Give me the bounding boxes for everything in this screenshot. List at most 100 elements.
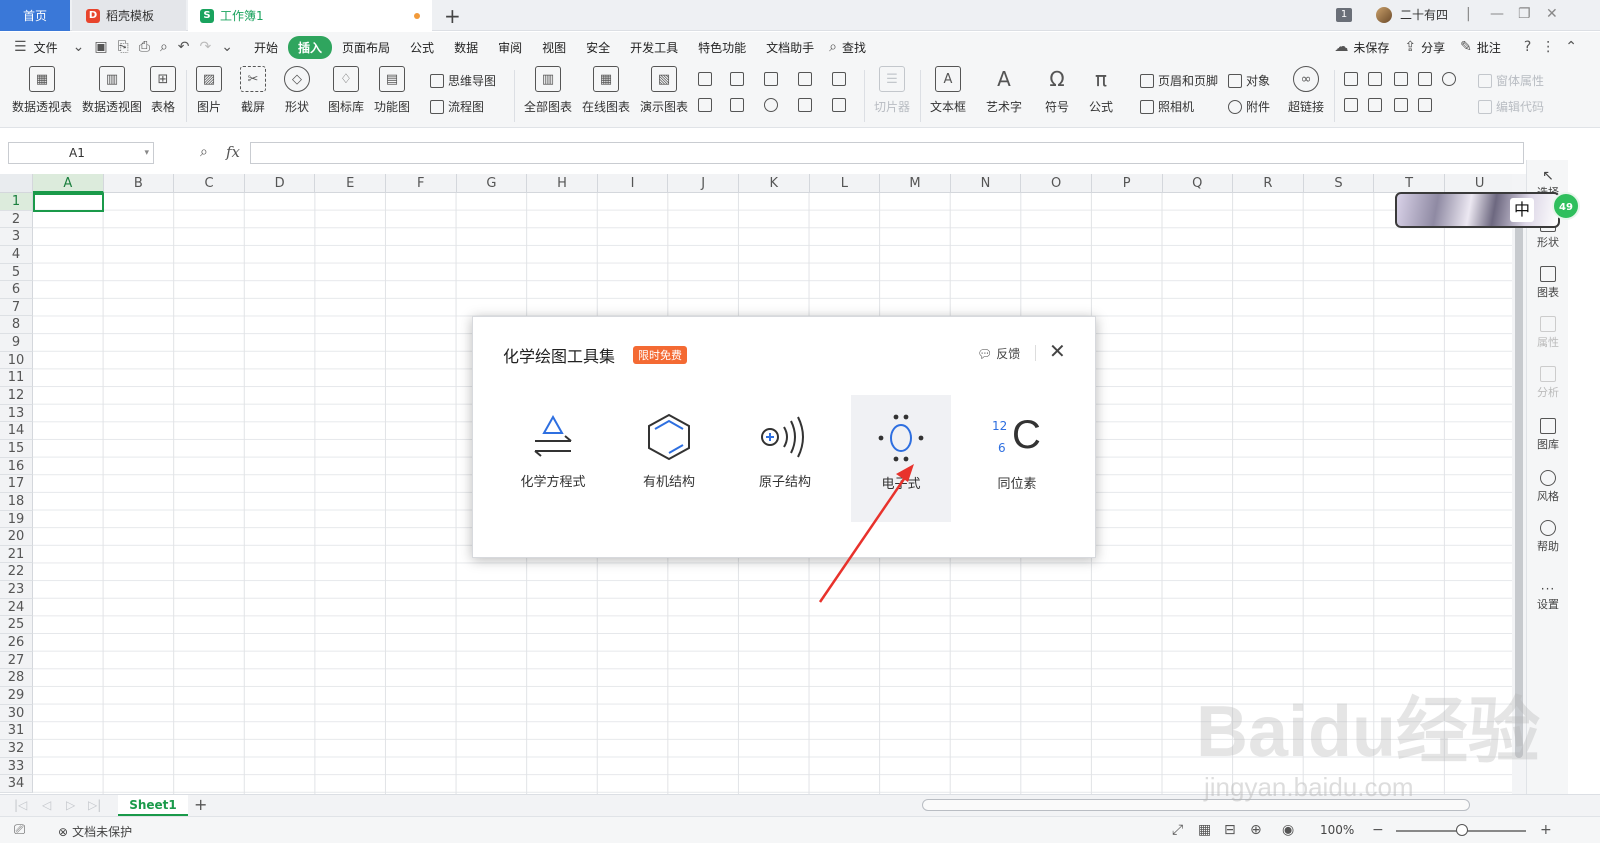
column-header[interactable]: O <box>1021 174 1092 193</box>
row-header[interactable]: 33 <box>0 757 33 776</box>
menu-security[interactable]: 安全 <box>576 39 620 56</box>
edit-code-button[interactable]: 编辑代码 <box>1478 98 1544 115</box>
name-box-dropdown-icon[interactable]: ▾ <box>144 143 149 163</box>
all-charts-button[interactable]: ▥ 全部图表 <box>524 66 572 115</box>
column-chart-menu[interactable] <box>698 72 712 86</box>
row-header[interactable]: 4 <box>0 245 33 264</box>
wordart-button[interactable]: A 艺术字 <box>986 66 1022 115</box>
macro-record-icon[interactable]: ⎚ <box>14 822 25 838</box>
prev-sheet-icon[interactable]: ◁ <box>42 798 51 812</box>
menu-data[interactable]: 数据 <box>444 39 488 56</box>
form-radio-control[interactable] <box>1442 72 1456 86</box>
demo-chart-button[interactable]: ▧ 演示图表 <box>640 66 688 115</box>
column-header[interactable]: M <box>880 174 951 193</box>
line-chart-menu[interactable] <box>764 72 778 86</box>
row-header[interactable]: 7 <box>0 298 33 317</box>
row-header[interactable]: 14 <box>0 422 33 440</box>
collapse-ribbon-icon[interactable]: ⌃ <box>1560 39 1582 55</box>
column-header[interactable]: B <box>103 174 175 193</box>
panel-settings[interactable]: ··· 设置 <box>1527 582 1569 612</box>
row-header[interactable]: 29 <box>0 686 33 705</box>
row-header[interactable]: 25 <box>0 616 33 635</box>
object-button[interactable]: 对象 <box>1228 72 1270 89</box>
form-button-control[interactable] <box>1394 72 1408 86</box>
menu-special[interactable]: 特色功能 <box>688 39 756 56</box>
row-header[interactable]: 6 <box>0 281 33 299</box>
menu-page-layout[interactable]: 页面布局 <box>332 39 400 56</box>
row-header[interactable]: 31 <box>0 722 33 740</box>
zoom-magnifier-icon[interactable]: ⌕ <box>200 144 208 160</box>
menu-formula[interactable]: 公式 <box>400 39 444 56</box>
column-header[interactable]: Q <box>1162 174 1234 193</box>
comment-button[interactable]: 批注 <box>1477 39 1511 56</box>
form-frame-control[interactable] <box>1368 72 1382 86</box>
formula-button[interactable]: π 公式 <box>1088 66 1114 115</box>
scatter-chart-menu[interactable] <box>798 98 812 112</box>
mind-map-button[interactable]: 思维导图 <box>430 72 496 89</box>
column-header[interactable]: E <box>315 174 386 193</box>
map-chart-menu[interactable] <box>698 98 712 112</box>
column-header[interactable]: K <box>738 174 810 193</box>
tool-organic-structure[interactable]: 有机结构 <box>619 395 719 522</box>
column-header[interactable]: L <box>809 174 881 193</box>
search-icon[interactable]: ⌕ <box>824 39 842 55</box>
tool-isotope[interactable]: 12 6 C 同位素 <box>967 395 1067 522</box>
column-header[interactable]: J <box>668 174 739 193</box>
save-icon[interactable]: ▣ <box>89 39 112 55</box>
row-header[interactable]: 20 <box>0 528 33 546</box>
formula-input[interactable] <box>250 142 1524 164</box>
zoom-in-icon[interactable]: + <box>1540 822 1552 838</box>
row-header[interactable]: 18 <box>0 492 33 511</box>
panel-gallery[interactable]: 图库 <box>1527 418 1569 452</box>
more-options-icon[interactable]: ⋮ <box>1536 39 1560 55</box>
column-header[interactable]: S <box>1303 174 1375 193</box>
menu-file[interactable]: 文件 <box>32 39 68 56</box>
shape-button[interactable]: ◇ 形状 <box>284 66 310 115</box>
share-button[interactable]: 分享 <box>1421 39 1455 56</box>
row-header[interactable]: 32 <box>0 739 33 758</box>
row-header[interactable]: 17 <box>0 475 33 493</box>
row-header[interactable]: 27 <box>0 651 33 670</box>
tool-electron-formula[interactable]: 电子式 <box>851 395 951 522</box>
zoom-level[interactable]: 100% <box>1320 823 1354 837</box>
column-header[interactable]: G <box>456 174 528 193</box>
tab-home[interactable]: 首页 <box>0 0 70 31</box>
row-header[interactable]: 1 <box>0 193 33 211</box>
add-sheet-button[interactable]: + <box>194 795 207 814</box>
camera-button[interactable]: 照相机 <box>1140 98 1194 115</box>
panel-property[interactable]: 属性 <box>1527 316 1569 350</box>
close-window-icon[interactable]: ✕ <box>1546 6 1558 22</box>
textbox-button[interactable]: A 文本框 <box>930 66 966 115</box>
row-header[interactable]: 10 <box>0 351 33 370</box>
menu-search[interactable]: 查找 <box>842 39 876 56</box>
other-chart-menu[interactable] <box>832 98 846 112</box>
pivot-table-button[interactable]: ▦ 数据透视表 <box>12 66 72 115</box>
column-header[interactable]: H <box>527 174 598 193</box>
feedback-button[interactable]: 💬︎ 反馈 <box>977 345 1020 362</box>
row-header[interactable]: 8 <box>0 316 33 335</box>
redo-icon[interactable]: ↷ <box>195 39 217 55</box>
row-header[interactable]: 34 <box>0 775 33 793</box>
menu-start[interactable]: 开始 <box>244 39 288 56</box>
row-header[interactable]: 9 <box>0 334 33 352</box>
form-label-control[interactable] <box>1344 72 1358 86</box>
symbol-button[interactable]: Ω 符号 <box>1044 66 1070 115</box>
document-protection-status[interactable]: ⊗ 文档未保护 <box>58 823 132 840</box>
row-header[interactable]: 2 <box>0 210 33 229</box>
sheet-tab-sheet1[interactable]: Sheet1 <box>118 795 188 816</box>
ime-mode-indicator[interactable]: 中 <box>1510 198 1534 222</box>
close-icon[interactable]: ✕ <box>1049 339 1066 363</box>
help-icon[interactable]: ? <box>1519 39 1536 55</box>
column-header[interactable]: C <box>174 174 245 193</box>
column-header[interactable]: P <box>1091 174 1163 193</box>
column-header[interactable]: U <box>1444 174 1512 193</box>
slicer-button[interactable]: ☰ 切片器 <box>874 66 910 115</box>
bar-chart-menu[interactable] <box>730 72 744 86</box>
column-header[interactable]: F <box>385 174 457 193</box>
select-all-corner[interactable] <box>0 174 33 193</box>
form-scroll-control[interactable] <box>1394 98 1408 112</box>
row-header[interactable]: 22 <box>0 563 33 582</box>
function-icon[interactable]: fx <box>226 143 240 161</box>
zoom-out-icon[interactable]: − <box>1372 822 1384 838</box>
row-header[interactable]: 23 <box>0 581 33 599</box>
